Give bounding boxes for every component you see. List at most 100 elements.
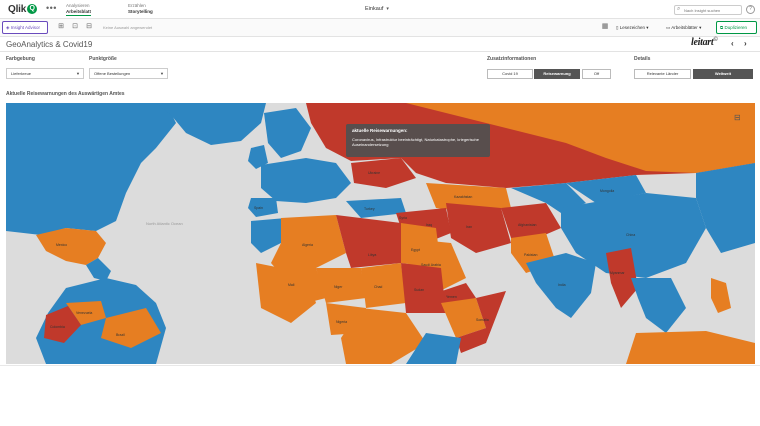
smart-search-icon[interactable]: ⊞ [56, 22, 66, 32]
sheets-icon: ▭ [666, 25, 671, 30]
insight-advisor-label: Insight Advisor [10, 25, 40, 30]
region-spain [248, 198, 278, 217]
help-icon[interactable]: ? [746, 5, 755, 14]
seg-relevante-laender[interactable]: Relevante Länder [634, 69, 691, 79]
label-mali: Mali [288, 283, 295, 287]
label-colombia: Colombia [50, 325, 65, 329]
more-menu-icon[interactable]: ••• [46, 3, 57, 13]
farbgebung-value: Lieferkreue [11, 71, 32, 76]
region-north-america [6, 103, 176, 235]
label-venezuela: Venezuela [76, 311, 93, 315]
selection-forward-icon[interactable]: ⊟ [84, 22, 94, 32]
caret-down-icon: ▼ [160, 71, 164, 76]
label-ukraine: Ukraine [368, 171, 381, 175]
region-scandinavia [264, 108, 311, 158]
region-east-asia [696, 163, 755, 253]
farbgebung-label: Farbgebung [6, 56, 35, 62]
tab-analyze-sub: Arbeitsblatt [66, 8, 92, 14]
label-syria: Syria [399, 216, 407, 220]
region-europe [261, 158, 351, 203]
ocean-label: North Atlantic Ocean [146, 221, 183, 226]
search-icon: ⌕ [677, 6, 681, 12]
tooltip-body: Coronavirus, Infrastruktur beeinträchtig… [352, 137, 479, 147]
label-yemen: Yemen [446, 295, 457, 299]
selection-back-icon[interactable]: ⊡ [70, 22, 80, 32]
seg-reisewarnung[interactable]: Reisewarnung [534, 69, 580, 79]
brand-mark: © [713, 37, 718, 43]
search-input[interactable] [684, 7, 740, 14]
brand-text: leitart [691, 37, 714, 48]
label-somalia: Somalia [476, 318, 489, 322]
label-spain: Spain [254, 206, 263, 210]
label-algeria: Algeria [302, 243, 313, 247]
duplicate-label: Duplizieren [724, 25, 747, 30]
label-mongolia: Mongolia [600, 189, 615, 193]
sheet-title: GeoAnalytics & Covid19 [6, 40, 93, 49]
app-title: Einkauf [365, 6, 384, 12]
zusatzinfo-label: Zusatzinformationen [487, 56, 537, 62]
brand-logo: leitart© [691, 37, 718, 48]
sheets-label: Arbeitsblätter [671, 25, 698, 30]
sheets-button[interactable]: ▭ Arbeitsblätter ▾ [666, 22, 701, 33]
label-turkey: Turkey [364, 207, 375, 211]
app-frame: Qlik Q ••• Analysieren Arbeitsblatt Erzäh… [0, 0, 760, 426]
label-mexico: Mexico [56, 243, 68, 247]
logo-mark: Q [27, 4, 38, 14]
chevron-down-icon: ▾ [699, 25, 702, 30]
label-iraq: Iraq [426, 223, 433, 227]
search-box[interactable]: ⌕ [674, 5, 742, 15]
toolbar: ◈ Insight Advisor ⊞ ⊡ ⊟ Keine Auswahl an… [0, 19, 760, 37]
seg-off[interactable]: Off [582, 69, 611, 79]
duplicate-icon: ⧉ [720, 25, 724, 30]
logo-text: Qlik [8, 4, 27, 15]
label-afghanistan: Afghanistan [518, 223, 537, 227]
label-china: China [626, 233, 636, 237]
label-iran: Iran [466, 225, 473, 229]
label-sudan: Sudan [414, 288, 425, 292]
prev-sheet-icon[interactable]: ‹ [731, 39, 734, 48]
label-libya: Libya [368, 253, 377, 257]
divider [0, 365, 760, 366]
qlik-logo[interactable]: Qlik Q [8, 4, 38, 15]
chevron-down-icon: ▾ [646, 25, 649, 30]
region-libya [336, 215, 401, 268]
tab-story-sub: Storytelling [128, 8, 153, 14]
region-chad [361, 263, 406, 308]
label-egypt: Egypt [411, 248, 420, 252]
insight-advisor-button[interactable]: ◈ Insight Advisor [2, 21, 48, 34]
label-niger: Niger [334, 285, 343, 289]
label-myanmar: Myanmar [610, 271, 625, 275]
label-nigeria: Nigeria [336, 320, 348, 324]
label-kazakhstan: Kazakhstan [454, 195, 473, 199]
label-chad: Chad [374, 285, 383, 289]
region-philippines [711, 278, 731, 313]
label-brazil: Brazil [116, 333, 125, 337]
caret-down-icon: ▼ [76, 71, 80, 76]
label-saudi-arabia: Saudi Arabia [421, 263, 441, 267]
details-label: Details [634, 56, 651, 62]
tab-storytelling[interactable]: Erzählen Storytelling [128, 3, 153, 14]
tab-analyze-top: Analysieren [66, 3, 90, 8]
label-india: India [558, 283, 566, 287]
punktgroesse-value: Offene Bestellungen [94, 71, 131, 76]
region-iran [446, 203, 511, 253]
sheet-header: GeoAnalytics & Covid19 leitart© ‹ › [0, 37, 760, 52]
grid-icon[interactable]: ▦ [600, 22, 610, 32]
insight-icon: ◈ [6, 25, 10, 30]
chevron-down-icon: ▾ [386, 6, 389, 12]
punktgroesse-dropdown[interactable]: Offene Bestellungen ▼ [89, 68, 168, 79]
region-indonesia [626, 331, 755, 364]
app-title-dropdown[interactable]: Einkauf ▾ [365, 6, 389, 12]
tab-analyze[interactable]: Analysieren Arbeitsblatt [66, 3, 92, 16]
seg-covid19[interactable]: Covid 19 [487, 69, 533, 79]
bookmarks-button[interactable]: ▯ Lesezeichen ▾ [616, 22, 649, 33]
seg-weltweit[interactable]: Weltweit [693, 69, 753, 79]
label-pakistan: Pakistan [524, 253, 538, 257]
farbgebung-dropdown[interactable]: Lieferkreue ▼ [6, 68, 84, 79]
map-menu-icon[interactable]: ⊟ [734, 113, 741, 122]
tooltip-title: aktuelle Reisewarnungen: [352, 128, 408, 133]
duplicate-button[interactable]: ⧉ Duplizieren [716, 21, 757, 34]
next-sheet-icon[interactable]: › [744, 39, 747, 48]
region-egypt [401, 223, 441, 268]
top-bar: Qlik Q ••• Analysieren Arbeitsblatt Erzäh… [0, 0, 760, 19]
